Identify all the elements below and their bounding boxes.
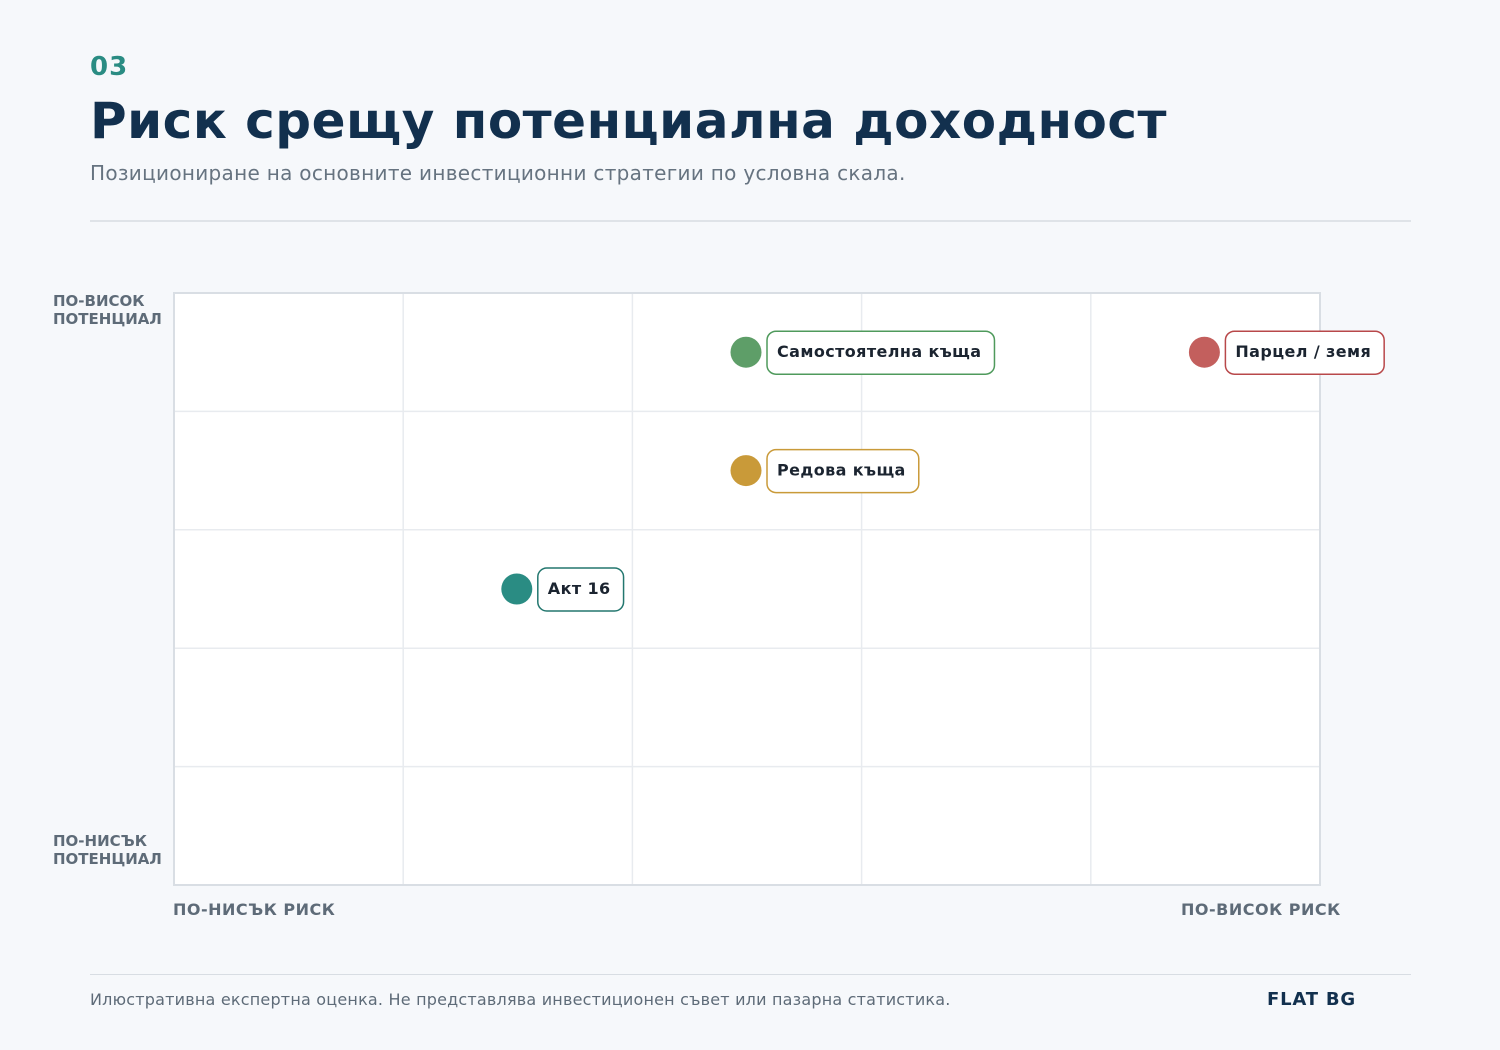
data-label-text-0: Самостоятелна къща <box>777 342 981 361</box>
y-axis-high-label: ПО-ВИСОК ПОТЕНЦИАЛ <box>53 292 162 328</box>
brand-logo: FLAT BG <box>1267 989 1356 1010</box>
data-point-1 <box>1188 336 1220 368</box>
x-axis-low-label: ПО-НИСЪК РИСК <box>173 900 336 919</box>
y-axis-high-line-1: ПО-ВИСОК <box>53 292 145 310</box>
data-point-2 <box>730 455 762 487</box>
data-point-0 <box>730 336 762 368</box>
y-axis-low-line-2: ПОТЕНЦИАЛ <box>53 850 162 868</box>
y-axis-low-label: ПО-НИСЪК ПОТЕНЦИАЛ <box>53 832 162 868</box>
risk-return-chart: Самостоятелна къща Парцел / земя Редова къ… <box>173 292 1385 886</box>
data-label-text-3: Акт 16 <box>548 579 611 598</box>
data-label-text-2: Редова къща <box>777 461 906 480</box>
y-axis-high-line-2: ПОТЕНЦИАЛ <box>53 310 162 328</box>
disclaimer-note: Илюстративна експертна оценка. Не предст… <box>90 990 951 1009</box>
y-axis-low-line-1: ПО-НИСЪК <box>53 832 147 850</box>
footer-divider <box>90 974 1411 975</box>
plot-area <box>173 292 1321 886</box>
x-axis-high-label: ПО-ВИСОК РИСК <box>1181 900 1341 919</box>
data-label-text-1: Парцел / земя <box>1235 342 1371 361</box>
data-point-3 <box>501 573 533 605</box>
